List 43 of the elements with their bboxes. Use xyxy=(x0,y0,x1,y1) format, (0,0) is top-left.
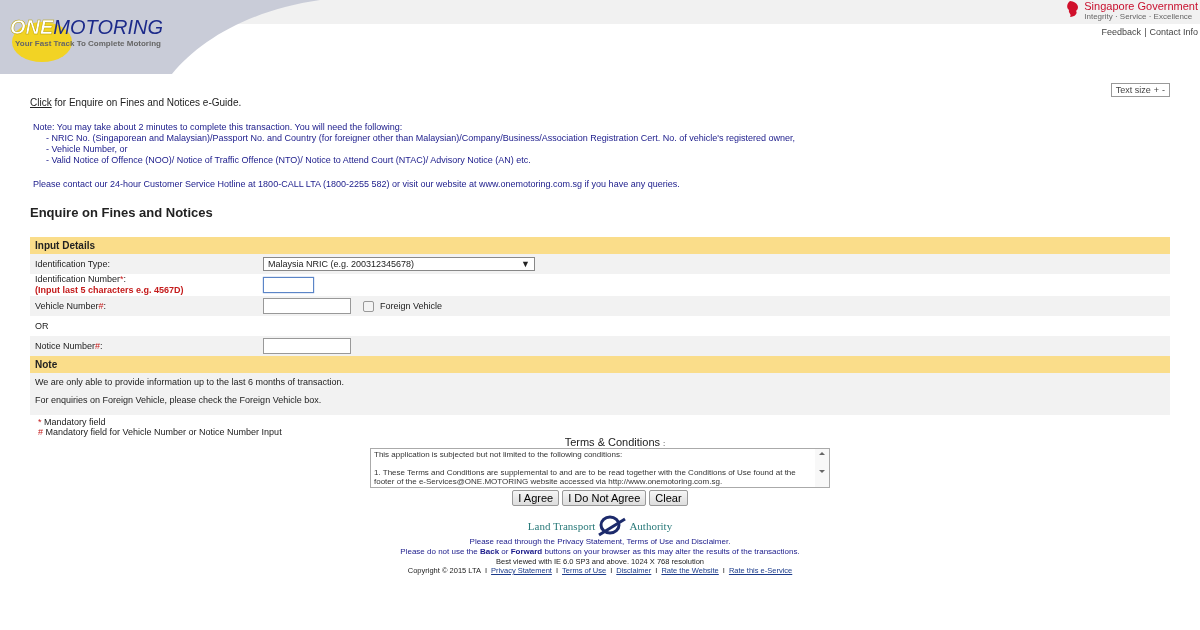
lta-emblem-icon xyxy=(597,515,628,537)
footer-text: Please do not use the Back or Forward buttons on your browser as this may alter the results of the transactions. xyxy=(400,547,800,557)
form-button[interactable]: I Do Not Agree xyxy=(562,490,647,506)
or-label: OR xyxy=(35,321,49,331)
form-button[interactable]: I Agree xyxy=(512,490,560,506)
identification-type-dropdown[interactable]: Malaysia NRIC (e.g. 200312345678) ▼ xyxy=(263,257,535,271)
page-heading: Enquire on Fines and Notices xyxy=(30,205,214,220)
header-link[interactable]: Contact Info xyxy=(1149,27,1198,37)
note-text: We are only able to provide information up to the last 6 months of transaction. xyxy=(35,377,345,387)
field-label: Vehicle Number#: xyxy=(35,300,108,312)
section-header: Note xyxy=(30,356,1170,373)
input-field[interactable] xyxy=(263,298,351,314)
note-item: - Valid Notice of Offence (NOO)/ Notice of Traffic Offence (NTO)/ Notice to Attend Court (NTAC)/ Advisory Notice (AN) etc. xyxy=(45,155,532,166)
scrollbar[interactable] xyxy=(815,449,829,487)
guide-text: for Enquire on Fines and Notices e-Guide. xyxy=(54,97,242,108)
terms-title: Terms & Conditions : xyxy=(564,436,666,448)
text-size-control[interactable]: Text size + - xyxy=(1110,83,1170,97)
contact-text: Please contact our 24-hour Customer Service Hotline at 1800-CALL LTA (1800-2255 582) or visit our website at www.onemotoring.com.sg if you have any queries. xyxy=(33,179,681,190)
legend-text: * Mandatory field xyxy=(38,417,107,427)
checkbox-label: Foreign Vehicle xyxy=(380,301,443,311)
input-field[interactable] xyxy=(263,277,314,293)
footer-text: Please read through the Privacy Statement, Terms of Use and Disclaimer. xyxy=(469,537,731,547)
input-field[interactable] xyxy=(263,338,351,354)
legend-text: # Mandatory field for Vehicle Number or Notice Number Input xyxy=(38,427,283,437)
note-item: - Vehicle Number, or xyxy=(45,144,129,155)
government-name: Singapore Government xyxy=(1084,1,1198,12)
note-intro: Note: You may take about 2 minutes to complete this transaction. You will need the following: xyxy=(33,122,404,133)
government-motto: Integrity · Service · Excellence xyxy=(1084,12,1194,21)
link-separator: | xyxy=(1144,27,1147,37)
lta-logo-text: Authority xyxy=(629,520,673,532)
form-button[interactable]: Clear xyxy=(649,490,688,506)
field-label: Identification Number*: xyxy=(35,274,128,285)
terms-text-area[interactable]: This application is subjected but not limited to the following conditions: 1. These Terms and Conditions are supplemental to and are to be read together with the Conditions of Use found at the footer of the e-Services@ONE.MOTORING website accessed via http://www.onemotoring.com.sg. xyxy=(370,448,830,488)
field-hint: (Input last 5 characters e.g. 4567D) xyxy=(35,285,185,296)
field-label: Identification Type: xyxy=(35,258,111,270)
field-label: Notice Number#: xyxy=(35,340,104,352)
header-link[interactable]: Feedback xyxy=(1101,27,1142,37)
checkbox[interactable] xyxy=(363,300,374,312)
note-item: - NRIC No. (Singaporean and Malaysian)/Passport No. and Country (for foreigner other than Malaysian)/Company/Business/Association Registration Cert. No. of vehicle's registered owner, xyxy=(45,133,797,144)
guide-link[interactable]: Click xyxy=(30,97,52,108)
section-header: Input Details xyxy=(30,237,1170,254)
lta-logo-text: Land Transport xyxy=(527,520,596,532)
note-text: For enquiries on Foreign Vehicle, please check the Foreign Vehicle box. xyxy=(35,395,323,405)
